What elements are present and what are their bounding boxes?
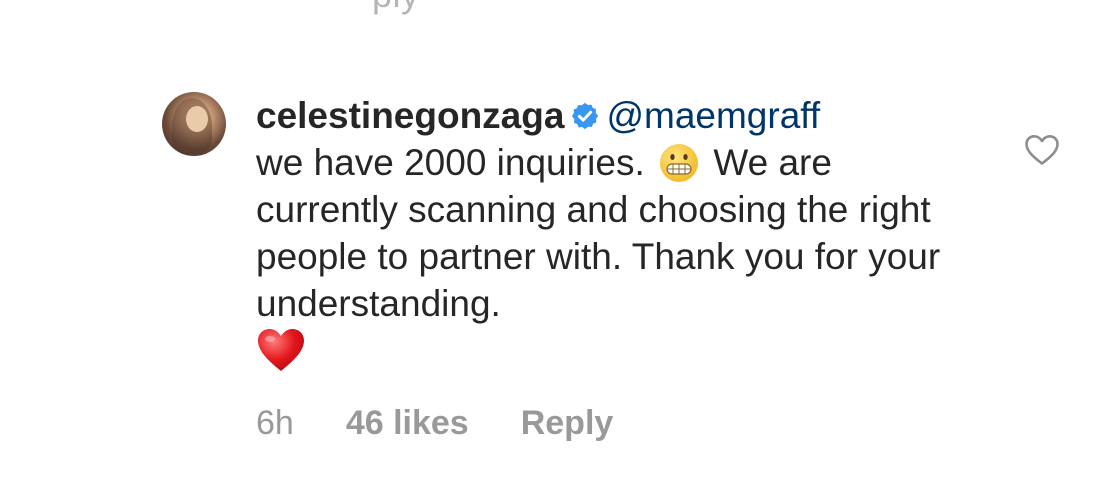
comment-username[interactable]: celestinegonzaga <box>256 95 564 136</box>
previous-reply-text-cut: ply <box>372 0 420 16</box>
comment-body: celestinegonzaga @maemgraff we have 2000… <box>256 92 946 374</box>
comment-timestamp: 6h <box>256 404 294 442</box>
heart-outline-icon[interactable] <box>1024 134 1060 166</box>
red-heart-emoji-icon <box>258 329 304 371</box>
comment-meta: 6h 46 likes Reply <box>256 404 613 443</box>
comment-mention[interactable]: @maemgraff <box>606 95 820 136</box>
avatar-face <box>186 106 208 132</box>
comment-likes-count[interactable]: 46 likes <box>346 404 469 443</box>
avatar[interactable] <box>162 92 226 156</box>
reply-button[interactable]: Reply <box>521 404 614 443</box>
comment-text-line1: we have 2000 inquiries. <box>256 142 645 183</box>
verified-badge-icon <box>572 102 599 130</box>
grimacing-face-emoji-icon <box>660 144 699 182</box>
